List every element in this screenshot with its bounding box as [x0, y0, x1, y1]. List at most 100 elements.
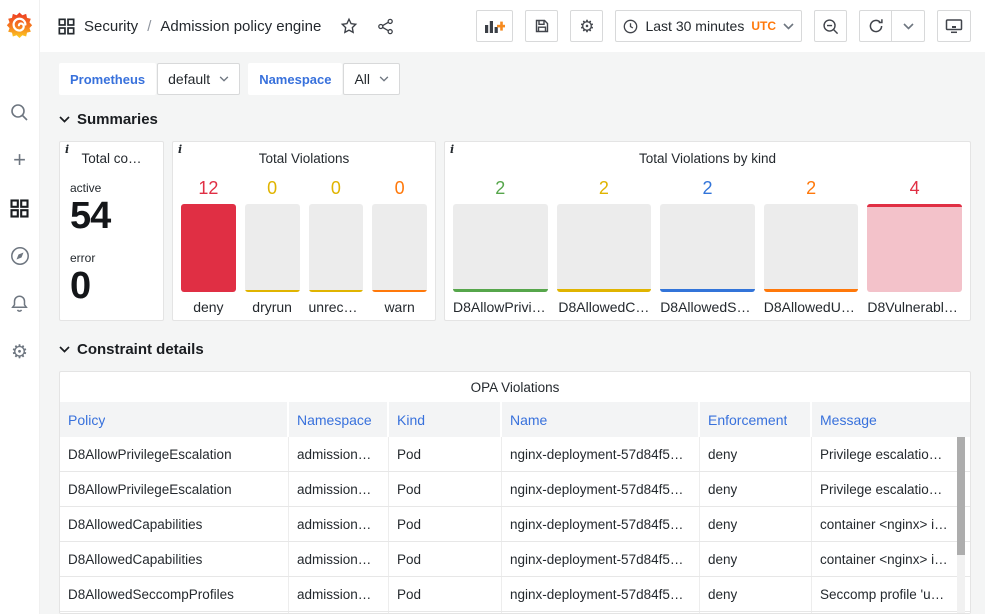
opa-violations-title[interactable]: OPA Violations	[60, 372, 970, 402]
breadcrumb-folder[interactable]: Security	[84, 18, 138, 35]
bar-label: D8AllowedSe…	[660, 292, 755, 315]
bar-label: D8AllowedUs…	[764, 292, 859, 315]
panel-total-violations-title[interactable]: Total Violations	[173, 147, 435, 169]
bar-fill	[453, 204, 548, 292]
dashboards-grid-icon[interactable]	[9, 197, 31, 219]
bar-label: warn	[372, 292, 427, 315]
bar-fill	[660, 204, 755, 292]
variable-namespace-select[interactable]: All	[343, 63, 400, 95]
bar-deny: 12 deny	[181, 178, 236, 315]
summaries-panel-row: i Total co… active 54 error 0 i Total Vi…	[59, 141, 971, 321]
bar-label: unreco…	[309, 292, 364, 315]
refresh-interval-dropdown[interactable]	[892, 10, 925, 42]
bar-value: 0	[372, 178, 427, 204]
kiosk-mode-button[interactable]	[937, 10, 971, 42]
table-header-row: Policy Namespace Kind Name Enforcement M…	[60, 402, 970, 437]
grafana-app: + ⚙ Security / Admission policy engine	[0, 0, 985, 614]
bar-dryrun: 0 dryrun	[245, 178, 300, 315]
column-header-kind[interactable]: Kind	[389, 402, 502, 437]
table-row: D8AllowedCapabilities admission… Pod ngi…	[60, 542, 970, 577]
chevron-down-icon	[903, 23, 914, 30]
column-header-message[interactable]: Message	[812, 402, 970, 437]
refresh-button[interactable]	[859, 10, 892, 42]
stat-label-error: error	[70, 251, 153, 265]
section-summaries[interactable]: Summaries	[59, 108, 971, 130]
panel-total-count-title[interactable]: Total co…	[60, 147, 163, 169]
search-icon[interactable]	[9, 101, 31, 123]
chevron-down-icon	[783, 23, 794, 30]
panel-info-icon[interactable]: i	[65, 143, 69, 156]
grafana-logo-icon	[6, 11, 33, 41]
bar-label: D8AllowedC…	[557, 292, 652, 315]
bar-fill	[764, 204, 859, 292]
table-row: D8AllowedCapabilities admission… Pod ngi…	[60, 507, 970, 542]
panel-total-violations-by-kind-title[interactable]: Total Violations by kind	[445, 147, 970, 169]
zoom-out-time-button[interactable]	[814, 10, 847, 42]
violations-by-kind-bargauge: 2 D8AllowPrivil… 2 D8AllowedC… 2	[453, 178, 962, 315]
chevron-down-icon	[379, 76, 389, 82]
share-icon[interactable]	[377, 18, 394, 35]
bar-fill	[557, 204, 652, 292]
bar-unrecognized: 0 unreco…	[309, 178, 364, 315]
table-row: D8AllowPrivilegeEscalation admission… Po…	[60, 437, 970, 472]
stat-value-error: 0	[70, 265, 153, 309]
chevron-down-icon	[219, 76, 229, 82]
breadcrumb-separator: /	[147, 18, 151, 35]
clock-icon	[623, 19, 638, 34]
bar-label: dryrun	[245, 292, 300, 315]
create-plus-icon[interactable]: +	[9, 149, 31, 171]
variable-prometheus: Prometheus default	[59, 63, 240, 95]
gear-icon: ⚙	[579, 18, 594, 35]
column-header-policy[interactable]: Policy	[60, 402, 289, 437]
variable-namespace-value: All	[354, 71, 370, 87]
bar-allowprivilege: 2 D8AllowPrivil…	[453, 178, 548, 315]
refresh-icon	[868, 18, 884, 34]
bar-fill	[309, 204, 364, 292]
breadcrumb-dashboard-title[interactable]: Admission policy engine	[160, 18, 321, 35]
save-icon	[534, 18, 550, 34]
dashboard-toolbar: ⚙ Last 30 minutes UTC	[476, 10, 971, 42]
left-sidebar: + ⚙	[0, 0, 40, 614]
time-range-picker[interactable]: Last 30 minutes UTC	[615, 10, 802, 42]
table-scrollbar-track	[957, 437, 965, 613]
bar-value: 2	[557, 178, 652, 204]
column-header-name[interactable]: Name	[502, 402, 700, 437]
bar-label: D8Vulnerable…	[867, 292, 962, 315]
grafana-logo[interactable]	[6, 0, 33, 52]
configuration-gear-icon[interactable]: ⚙	[9, 341, 31, 363]
section-constraint-details-title: Constraint details	[77, 341, 204, 358]
bar-value: 2	[660, 178, 755, 204]
zoom-out-icon	[822, 18, 839, 35]
bar-value: 2	[453, 178, 548, 204]
bar-fill	[372, 204, 427, 292]
variable-prometheus-label: Prometheus	[59, 63, 156, 95]
panel-info-icon[interactable]: i	[178, 143, 182, 156]
save-dashboard-button[interactable]	[525, 10, 558, 42]
variable-namespace-label: Namespace	[248, 63, 342, 95]
bar-allowedseccomp: 2 D8AllowedSe…	[660, 178, 755, 315]
table-scrollbar-thumb[interactable]	[957, 437, 965, 555]
alerting-bell-icon[interactable]	[9, 293, 31, 315]
dashboard-settings-button[interactable]: ⚙	[570, 10, 603, 42]
bar-warn: 0 warn	[372, 178, 427, 315]
dashboard-content: Prometheus default Namespace All	[40, 52, 985, 614]
panel-total-count: i Total co… active 54 error 0	[59, 141, 164, 321]
variable-prometheus-select[interactable]: default	[157, 63, 240, 95]
add-panel-button[interactable]	[476, 10, 513, 42]
column-header-enforcement[interactable]: Enforcement	[700, 402, 812, 437]
explore-compass-icon[interactable]	[9, 245, 31, 267]
panel-info-icon[interactable]: i	[450, 143, 454, 156]
bar-value: 0	[309, 178, 364, 204]
timezone-label: UTC	[751, 19, 776, 33]
bar-label: deny	[181, 292, 236, 315]
bar-value: 12	[181, 178, 236, 204]
column-header-namespace[interactable]: Namespace	[289, 402, 389, 437]
panel-opa-violations: OPA Violations Policy Namespace Kind Nam…	[59, 371, 971, 614]
section-constraint-details[interactable]: Constraint details	[59, 338, 971, 360]
bar-vulnerable: 4 D8Vulnerable…	[867, 178, 962, 315]
time-range-label: Last 30 minutes	[645, 18, 744, 34]
refresh-group	[859, 10, 925, 42]
panel-total-violations-by-kind: i Total Violations by kind 2 D8AllowPriv…	[444, 141, 971, 321]
star-icon[interactable]	[340, 17, 358, 35]
bar-fill	[867, 204, 962, 292]
